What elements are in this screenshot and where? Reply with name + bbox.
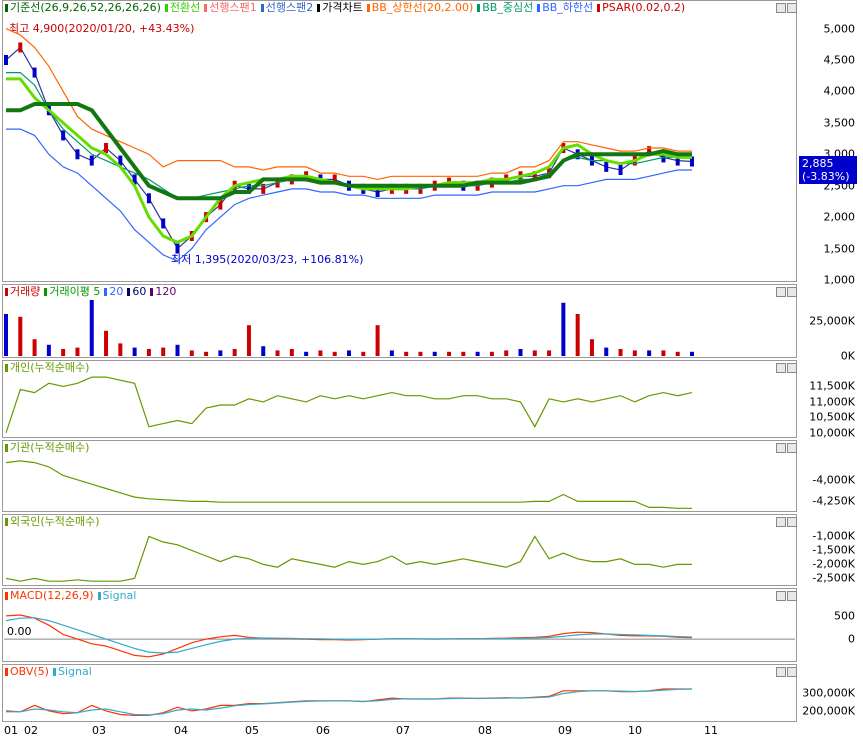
volume-bar — [404, 351, 409, 356]
volume-bar — [389, 350, 394, 356]
volume-bar — [204, 351, 209, 356]
volume-bar — [246, 325, 251, 356]
volume-bar — [189, 350, 194, 356]
volume-bar — [418, 351, 423, 356]
candle — [61, 130, 66, 141]
candle — [18, 42, 23, 53]
volume-bar — [647, 350, 652, 356]
volume-bar — [32, 339, 37, 356]
volume-bar — [332, 351, 337, 356]
series-line — [5, 617, 693, 654]
candle — [4, 55, 8, 65]
volume-bar — [146, 349, 151, 356]
candle — [604, 161, 609, 172]
volume-bar — [447, 351, 452, 356]
volume-bar — [518, 349, 523, 356]
volume-bar — [89, 300, 94, 356]
volume-bar — [46, 344, 51, 356]
volume-bar — [132, 347, 137, 356]
volume-bar — [261, 346, 266, 356]
series-line — [5, 688, 692, 717]
series-line — [5, 376, 693, 434]
series-line — [5, 460, 692, 509]
series-line — [5, 614, 693, 658]
candle — [175, 243, 180, 254]
volume-bar — [61, 349, 66, 356]
volume-bar — [475, 351, 480, 356]
candle — [146, 193, 151, 204]
volume-bar — [104, 330, 109, 356]
volume-bar — [18, 316, 23, 356]
volume-bar — [547, 350, 552, 356]
volume-bar — [632, 350, 637, 356]
volume-bar — [175, 344, 180, 356]
volume-bar — [432, 351, 437, 356]
candle — [75, 149, 80, 160]
candle — [618, 165, 623, 175]
volume-bar — [218, 350, 223, 356]
candle — [104, 143, 109, 153]
candle — [32, 67, 37, 78]
volume-bar — [575, 314, 580, 356]
volume-bar — [561, 302, 566, 356]
volume-bar — [504, 350, 509, 356]
volume-bar — [347, 350, 351, 356]
volume-bar — [661, 350, 666, 356]
volume-bar — [361, 351, 366, 356]
volume-bar — [675, 351, 680, 356]
series-line — [6, 77, 692, 244]
volume-bar — [532, 350, 537, 356]
volume-bar — [4, 314, 8, 356]
volume-bar — [118, 343, 123, 356]
series-line — [5, 46, 693, 250]
volume-bar — [289, 349, 294, 356]
volume-bar — [690, 351, 694, 356]
candle — [161, 218, 166, 229]
chart-plot-layer — [4, 28, 795, 717]
volume-bar — [489, 351, 494, 356]
volume-bar — [304, 351, 309, 356]
volume-bar — [589, 339, 594, 356]
volume-bar — [375, 325, 380, 356]
volume-bar — [161, 347, 166, 356]
volume-bar — [604, 347, 609, 356]
volume-bar — [618, 349, 623, 356]
volume-bar — [75, 347, 80, 356]
volume-bar — [232, 349, 237, 356]
series-line — [6, 128, 692, 262]
series-line — [5, 535, 692, 582]
candle — [89, 155, 94, 166]
volume-bar — [461, 351, 466, 356]
volume-bar — [275, 350, 280, 356]
volume-bar — [318, 350, 323, 356]
